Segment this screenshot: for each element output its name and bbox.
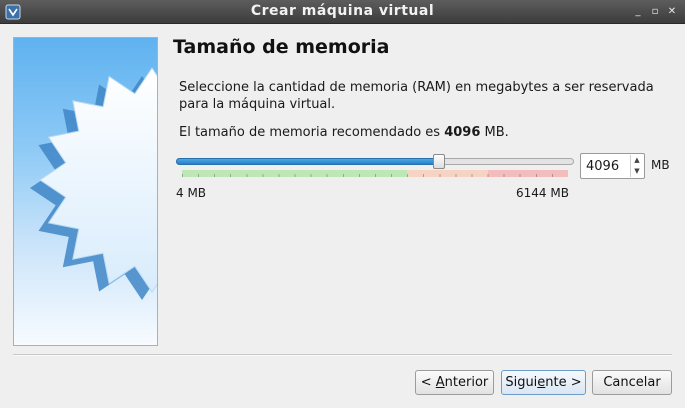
spin-down-icon[interactable]: ▼ — [631, 166, 643, 177]
close-button[interactable]: ✕ — [665, 5, 679, 19]
dialog-body: Tamaño de memoria Seleccione la cantidad… — [0, 24, 685, 408]
next-button-post: nte > — [545, 375, 582, 390]
spin-arrows[interactable]: ▲ ▼ — [630, 155, 643, 177]
page-title: Tamaño de memoria — [173, 36, 390, 58]
minimize-button[interactable]: _ — [631, 5, 645, 19]
recommended-suffix: MB. — [480, 125, 509, 140]
back-button[interactable]: < Anterior — [415, 370, 494, 395]
window-title: Crear máquina virtual — [250, 3, 435, 19]
title-bar[interactable]: Crear máquina virtual _ ▫ ✕ — [0, 0, 685, 24]
next-button[interactable]: Siguiente > — [501, 370, 586, 395]
button-separator — [13, 354, 672, 356]
memory-spinbox[interactable]: 4096 ▲ ▼ — [580, 153, 645, 179]
spin-up-icon[interactable]: ▲ — [631, 155, 643, 166]
page-description: Seleccione la cantidad de memoria (RAM) … — [179, 80, 654, 112]
maximize-button[interactable]: ▫ — [648, 5, 662, 19]
back-button-pre: < — [420, 375, 436, 390]
slider-handle[interactable] — [433, 154, 445, 169]
memory-unit-label: MB — [651, 158, 670, 172]
next-button-pre: Sigui — [505, 375, 538, 390]
recommended-memory-text: El tamaño de memoria recomendado es 4096… — [179, 125, 509, 140]
cancel-button[interactable]: Cancelar — [592, 370, 672, 395]
recommended-value: 4096 — [444, 125, 481, 140]
back-button-mnemonic: A — [435, 375, 445, 390]
recommended-prefix: El tamaño de memoria recomendado es — [179, 125, 445, 140]
memory-value-input[interactable]: 4096 — [586, 159, 619, 174]
back-button-post: nterior — [444, 375, 489, 390]
wizard-illustration — [13, 37, 158, 346]
slider-min-label: 4 MB — [176, 186, 207, 200]
starburst-illustration — [30, 67, 157, 300]
memory-slider[interactable] — [176, 154, 574, 182]
slider-max-label: 6144 MB — [516, 186, 569, 200]
slider-fill — [176, 158, 439, 165]
slider-tick-marks — [182, 170, 568, 177]
